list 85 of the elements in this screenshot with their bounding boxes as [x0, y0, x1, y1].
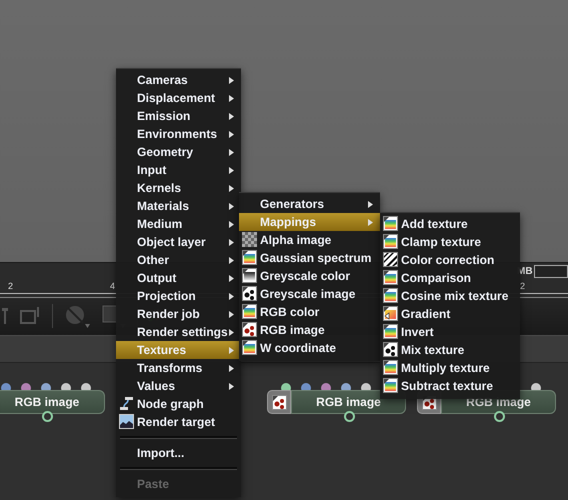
- submenu-arrow-icon: [229, 328, 234, 336]
- menu-item[interactable]: Greyscale image: [239, 285, 380, 303]
- menu-item[interactable]: Mix texture: [380, 341, 520, 359]
- menu-item[interactable]: Alpha image: [239, 231, 380, 249]
- menu-item[interactable]: Displacement: [116, 89, 241, 107]
- menu-item[interactable]: Multiply texture: [380, 359, 520, 377]
- greyscale-icon: [242, 268, 257, 283]
- spectrum-icon: [383, 378, 398, 393]
- submenu-arrow-icon: [368, 218, 373, 226]
- submenu-arrow-icon: [229, 346, 234, 354]
- submenu-arrow-icon: [229, 256, 234, 264]
- submenu-arrow-icon: [229, 94, 234, 102]
- menu-item[interactable]: Render job: [116, 305, 241, 323]
- spectrum-icon: [242, 340, 257, 355]
- menu-item[interactable]: Projection: [116, 287, 241, 305]
- spectrum-icon: [383, 324, 398, 339]
- menu-item[interactable]: Add texture: [380, 215, 520, 233]
- menu-item[interactable]: Values: [116, 377, 241, 395]
- spectrum-icon: [383, 216, 398, 231]
- menu-item[interactable]: Geometry: [116, 143, 241, 161]
- graph-node[interactable]: RGB image: [291, 390, 406, 414]
- menu-item[interactable]: Transforms: [116, 359, 241, 377]
- menu-item[interactable]: Color correction: [380, 251, 520, 269]
- submenu-arrow-icon: [229, 292, 234, 300]
- submenu-arrow-icon: [229, 220, 234, 228]
- menu-item[interactable]: Greyscale color: [239, 267, 380, 285]
- submenu-arrow-icon: [229, 238, 234, 246]
- submenu-arrow-icon: [229, 166, 234, 174]
- menu-item[interactable]: Invert: [380, 323, 520, 341]
- menu-item[interactable]: Input: [116, 161, 241, 179]
- menu-item[interactable]: Object layer: [116, 233, 241, 251]
- stripes-icon: [383, 252, 398, 267]
- submenu-arrow-icon: [229, 310, 234, 318]
- menu-item[interactable]: Gradient: [380, 305, 520, 323]
- submenu-arrow-icon: [229, 130, 234, 138]
- menu-item[interactable]: W coordinate: [239, 339, 380, 357]
- submenu-arrow-icon: [229, 112, 234, 120]
- menu-item[interactable]: Render settings: [116, 323, 241, 341]
- menu-item[interactable]: Comparison: [380, 269, 520, 287]
- spectrum-icon: [242, 250, 257, 265]
- submenu-arrow-icon: [229, 184, 234, 192]
- menu-item[interactable]: Kernels: [116, 179, 241, 197]
- spectrum-icon: [383, 360, 398, 375]
- gradient-icon: [383, 306, 398, 321]
- landscape-icon: [119, 414, 134, 429]
- menu-item[interactable]: RGB image: [239, 321, 380, 339]
- menu-item[interactable]: Output: [116, 269, 241, 287]
- node-graph-icon: [119, 396, 134, 411]
- menu-item[interactable]: Generators: [239, 195, 380, 213]
- output-port[interactable]: [42, 411, 53, 422]
- submenu-arrow-icon: [229, 202, 234, 210]
- spectrum-icon: [383, 270, 398, 285]
- submenu-arrow-icon: [229, 148, 234, 156]
- submenu-arrow-icon: [229, 382, 234, 390]
- menu-item[interactable]: Gaussian spectrum: [239, 249, 380, 267]
- menu-item[interactable]: Materials: [116, 197, 241, 215]
- output-port[interactable]: [494, 411, 504, 422]
- graph-node[interactable]: RGB image: [0, 390, 105, 414]
- ruler-label: 2: [520, 281, 526, 291]
- spots-icon: [272, 394, 286, 410]
- menu-item[interactable]: Clamp texture: [380, 233, 520, 251]
- menu-item[interactable]: Node graph: [116, 395, 241, 413]
- submenu-arrow-icon: [229, 364, 234, 372]
- submenu-arrow-icon: [229, 274, 234, 282]
- blots-icon: [383, 342, 398, 357]
- ruler-label: 2: [8, 281, 14, 291]
- menu-item[interactable]: Medium: [116, 215, 241, 233]
- spectrum-icon: [383, 288, 398, 303]
- menu-item[interactable]: Environments: [116, 125, 241, 143]
- menu-item[interactable]: Cameras: [116, 71, 241, 89]
- output-port[interactable]: [344, 411, 354, 422]
- menu-item[interactable]: Render target: [116, 413, 241, 431]
- submenu-arrow-icon: [229, 76, 234, 84]
- ruler-label: 4: [110, 281, 116, 291]
- menu-item[interactable]: Import...: [116, 444, 241, 462]
- menu-item[interactable]: Emission: [116, 107, 241, 125]
- menu-item[interactable]: Cosine mix texture: [380, 287, 520, 305]
- menu-item[interactable]: Other: [116, 251, 241, 269]
- menu-item[interactable]: RGB color: [239, 303, 380, 321]
- submenu-arrow-icon: [368, 200, 373, 208]
- spectrum-icon: [383, 234, 398, 249]
- spectrum-icon: [242, 304, 257, 319]
- memory-label: MB: [517, 266, 533, 278]
- spots-icon: [242, 322, 257, 337]
- blots-icon: [242, 286, 257, 301]
